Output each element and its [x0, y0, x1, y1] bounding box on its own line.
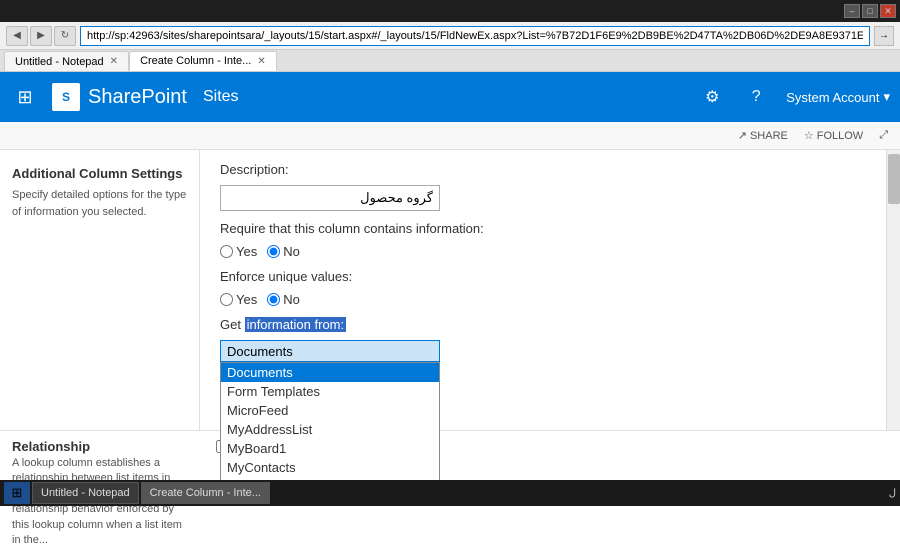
user-menu[interactable]: System Account ▾ — [786, 89, 890, 105]
tab-bar: Untitled - Notepad ✕ Create Column - Int… — [0, 50, 900, 72]
taskbar-notepad-label: Untitled - Notepad — [41, 487, 130, 499]
require-radio-group: Yes No — [220, 244, 866, 259]
require-yes-option[interactable]: Yes — [220, 244, 257, 259]
taskbar-createcolumn-label: Create Column - Inte... — [150, 487, 261, 499]
require-label: Require that this column contains inform… — [220, 221, 866, 236]
dropdown-item-mycontacts[interactable]: MyContacts — [221, 458, 439, 477]
require-no-label: No — [283, 244, 300, 259]
enforce-no-option[interactable]: No — [267, 292, 300, 307]
get-info-label: Get information from: — [220, 317, 866, 332]
require-yes-label: Yes — [236, 244, 257, 259]
enforce-radio-group: Yes No — [220, 292, 866, 307]
scroll-thumb[interactable] — [888, 154, 900, 204]
get-info-group: Get information from: Documents Document… — [220, 317, 866, 362]
require-yes-radio[interactable] — [220, 245, 233, 258]
sp-header: ⊞ S SharePoint Sites ⚙ ? System Account … — [0, 72, 900, 122]
dropdown-list: Documents Form Templates MicroFeed MyAdd… — [220, 362, 440, 480]
start-icon: ⊞ — [12, 485, 23, 501]
focus-icon: ⤢ — [879, 129, 888, 142]
title-bar: – □ ✕ — [0, 0, 900, 22]
dropdown-item-myaddresslist[interactable]: MyAddressList — [221, 420, 439, 439]
dropdown-item-microfeed[interactable]: MicroFeed — [221, 401, 439, 420]
close-btn[interactable]: ✕ — [880, 4, 896, 18]
sp-logo-icon: S — [52, 83, 80, 111]
enforce-yes-label: Yes — [236, 292, 257, 307]
tab-notepad-label: Untitled - Notepad — [15, 56, 104, 68]
sp-logo[interactable]: S SharePoint — [52, 83, 187, 111]
follow-icon: ☆ — [804, 129, 814, 142]
taskbar-createcolumn[interactable]: Create Column - Inte... — [141, 482, 270, 504]
share-label: SHARE — [750, 130, 788, 142]
dropdown-item-formtemplates[interactable]: Form Templates — [221, 382, 439, 401]
waffle-icon[interactable]: ⊞ — [10, 82, 40, 112]
share-btn[interactable]: ↗ SHARE — [738, 129, 788, 142]
require-no-radio[interactable] — [267, 245, 280, 258]
header-right: ⚙ ? System Account ▾ — [698, 83, 890, 111]
section-desc: Specify detailed options for the type of… — [12, 187, 187, 220]
minimize-btn[interactable]: – — [844, 4, 860, 18]
user-name: System Account — [786, 90, 879, 105]
dropdown-item-productgroupstore[interactable]: ProductGroupStore — [221, 477, 439, 480]
enforce-yes-option[interactable]: Yes — [220, 292, 257, 307]
user-arrow-icon: ▾ — [883, 89, 890, 105]
tab-notepad-close[interactable]: ✕ — [110, 56, 118, 67]
nav-buttons: ◀ ▶ ↻ — [6, 26, 76, 46]
settings-icon[interactable]: ⚙ — [698, 83, 726, 111]
section-title: Additional Column Settings — [12, 166, 187, 181]
description-label: Description: — [220, 162, 866, 177]
tab-createcolumn-label: Create Column - Inte... — [140, 55, 251, 67]
enforce-label: Enforce unique values: — [220, 269, 866, 284]
back-btn[interactable]: ◀ — [6, 26, 28, 46]
help-icon[interactable]: ? — [742, 83, 770, 111]
taskbar-notepad[interactable]: Untitled - Notepad — [32, 482, 139, 504]
follow-label: FOLLOW — [817, 130, 863, 142]
share-icon: ↗ — [738, 129, 747, 142]
refresh-btn[interactable]: ↻ — [54, 26, 76, 46]
get-info-dropdown-container: Documents Documents Form Templates Micro… — [220, 340, 866, 362]
forward-btn[interactable]: ▶ — [30, 26, 52, 46]
address-bar: ◀ ▶ ↻ → — [0, 22, 900, 50]
taskbar-time: ﻝ — [889, 488, 896, 499]
taskbar: ⊞ Untitled - Notepad Create Column - Int… — [0, 480, 900, 506]
get-info-dropdown[interactable]: Documents — [220, 340, 440, 362]
focus-btn[interactable]: ⤢ — [879, 129, 888, 142]
relationship-title: Relationship — [12, 439, 90, 454]
sp-logo-text: SharePoint — [88, 86, 187, 109]
taskbar-right: ﻝ — [889, 488, 896, 499]
dropdown-item-myboard1[interactable]: MyBoard1 — [221, 439, 439, 458]
require-group: Require that this column contains inform… — [220, 221, 866, 259]
require-no-option[interactable]: No — [267, 244, 300, 259]
description-group: Description: — [220, 162, 866, 211]
enforce-no-label: No — [283, 292, 300, 307]
go-btn[interactable]: → — [874, 26, 894, 46]
dropdown-item-documents[interactable]: Documents — [221, 363, 439, 382]
action-bar: ↗ SHARE ☆ FOLLOW ⤢ — [0, 122, 900, 150]
enforce-no-radio[interactable] — [267, 293, 280, 306]
description-input[interactable] — [220, 185, 440, 211]
relationship-left: Relationship A lookup column establishes… — [0, 431, 200, 480]
relationship-bar: Relationship A lookup column establishes… — [0, 430, 900, 480]
get-info-highlighted: information from: — [245, 317, 347, 332]
start-btn[interactable]: ⊞ — [4, 482, 30, 504]
sp-sites-text: Sites — [203, 88, 239, 106]
enforce-group: Enforce unique values: Yes No — [220, 269, 866, 307]
tab-notepad[interactable]: Untitled - Notepad ✕ — [4, 51, 129, 71]
follow-btn[interactable]: ☆ FOLLOW — [804, 129, 863, 142]
address-input[interactable] — [80, 26, 870, 46]
tab-createcolumn[interactable]: Create Column - Inte... ✕ — [129, 51, 277, 71]
tab-createcolumn-close[interactable]: ✕ — [257, 56, 265, 67]
restore-btn[interactable]: □ — [862, 4, 878, 18]
enforce-yes-radio[interactable] — [220, 293, 233, 306]
